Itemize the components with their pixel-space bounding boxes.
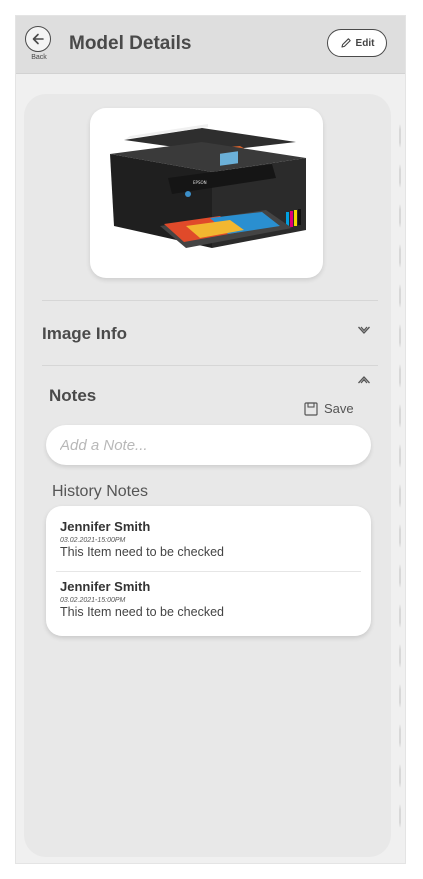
details-card: EPSON Image Info Notes Save History Note… [24,94,391,857]
image-info-title: Image Info [42,324,128,343]
scroll-track [398,116,402,836]
edit-label: Edit [355,37,375,49]
history-item: Jennifer Smith 03.02.2021-15:00PM This I… [60,579,360,619]
header-bar: Back Model Details Edit [16,16,405,74]
chevron-down-icon[interactable] [357,325,371,335]
edit-button[interactable]: Edit [327,29,387,57]
history-text: This Item need to be checked [60,545,224,559]
history-notes-label: History Notes [52,483,149,500]
history-author: Jennifer Smith [60,579,151,594]
history-separator [56,571,361,572]
history-text: This Item need to be checked [60,605,224,619]
svg-text:EPSON: EPSON [193,180,207,185]
page-title: Model Details [69,33,192,54]
app-frame: Back Model Details Edit EPSON Image Info… [15,15,406,864]
back-arrow-icon [25,26,51,52]
divider-top [42,300,378,301]
back-label: Back [31,54,47,61]
save-button[interactable]: Save [304,401,354,416]
pencil-icon [340,38,351,48]
history-date: 03.02.2021-15:00PM [60,597,126,604]
history-item: Jennifer Smith 03.02.2021-15:00PM This I… [60,519,360,559]
notes-title: Notes [49,386,97,405]
history-date: 03.02.2021-15:00PM [60,537,126,544]
history-notes-list: Jennifer Smith 03.02.2021-15:00PM This I… [46,506,371,636]
divider-middle [42,365,378,366]
back-button[interactable]: Back [24,26,54,70]
printer-image: EPSON [110,124,306,248]
floppy-disk-icon [304,401,318,416]
note-input[interactable] [46,425,371,465]
model-image[interactable]: EPSON [90,108,323,278]
chevron-up-icon[interactable] [357,375,371,385]
save-label: Save [324,401,354,416]
history-author: Jennifer Smith [60,519,151,534]
